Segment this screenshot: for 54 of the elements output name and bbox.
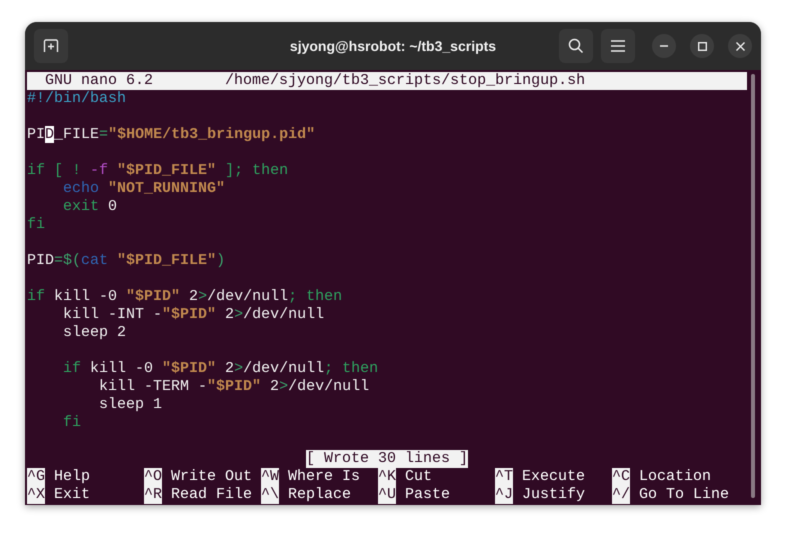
shortcut-key: ^O [144,468,162,486]
shortcut-key: ^R [144,486,162,504]
shortcut-label: Exit [54,486,90,504]
code-line: #!/bin/bash [27,90,126,107]
menu-icon [611,40,625,52]
close-button[interactable] [728,34,752,58]
code-line: fi [27,216,46,233]
shortcut-key: ^X [27,486,46,504]
window-title: sjyong@hsrobot: ~/tb3_scripts [288,37,498,56]
code-line: if kill -0 "$PID" 2>/dev/null; then [62,360,378,377]
code-line: PID=$(cat "$PID_FILE") [27,252,226,269]
search-button[interactable] [559,29,593,63]
code-line: if kill -0 "$PID" 2>/dev/null; then [27,288,342,305]
code-line: kill -INT -"$PID" 2>/dev/null [62,306,324,323]
shortcut-label: Read File [171,486,252,504]
shortcut-label: Justify [522,486,586,504]
shortcut-label: Execute [522,468,586,486]
file-path: /home/sjyong/tb3_scripts/stop_bringup.sh [225,72,586,90]
shortcut-label: Paste [405,486,450,504]
shortcut-label: Write Out [171,468,252,486]
minimize-icon [660,45,668,47]
code-line: if [ ! -f "$PID_FILE" ]; then [27,162,288,179]
shortcut-label: Where Is [288,468,360,486]
shortcut-key: ^J [495,486,514,504]
code-line: fi [62,414,82,431]
code-line: PID_FILE="$HOME/tb3_bringup.pid" [27,126,316,143]
shortcut-key: ^U [378,486,396,504]
status-message: [ Wrote 30 lines ] [306,450,468,468]
nano-version: GNU nano 6.2 [45,72,154,90]
shortcut-key: ^K [378,468,396,486]
shortcut-label: Go To Line [639,486,730,504]
search-icon [568,38,584,54]
menu-button[interactable] [601,29,635,63]
code-line: exit 0 [62,198,118,215]
new-tab-icon [43,38,59,54]
shortcut-label: Replace [288,486,352,504]
code-line: sleep 1 [98,396,162,413]
shortcut-label: Location [639,468,712,486]
shortcut-key: ^T [495,468,514,486]
close-icon [736,42,744,50]
code-line: kill -TERM -"$PID" 2>/dev/null [98,378,370,395]
new-tab-button[interactable] [34,29,68,63]
shortcut-key: ^W [261,468,280,486]
shortcut-label: Help [54,468,90,486]
shortcut-key: ^/ [612,486,630,504]
maximize-icon [698,42,706,50]
code-line: sleep 2 [62,324,126,341]
shortcut-key: ^\ [261,486,280,504]
shortcut-key: ^C [612,468,630,486]
maximize-button[interactable] [690,34,714,58]
shortcut-key: ^G [27,468,46,486]
code-line: echo "NOT_RUNNING" [62,180,226,197]
shortcut-label: Cut [405,468,432,486]
minimize-button[interactable] [652,34,676,58]
